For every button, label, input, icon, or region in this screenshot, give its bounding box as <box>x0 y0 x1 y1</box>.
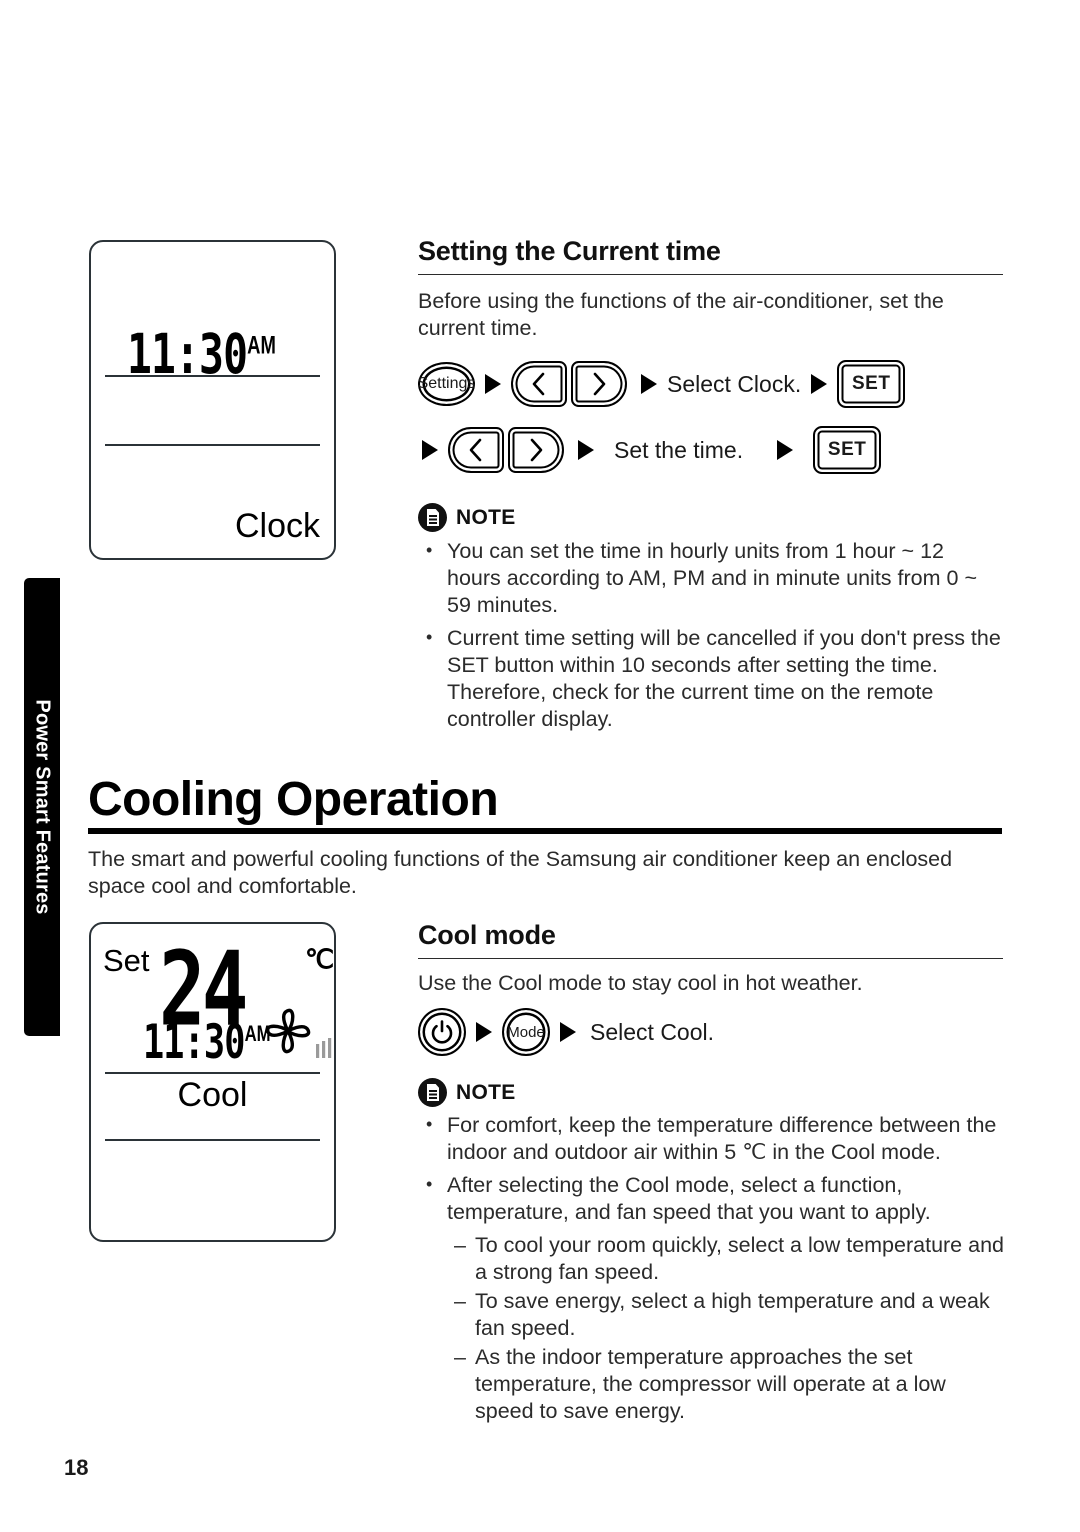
fan-speed-bars-icon <box>316 1038 332 1058</box>
sub-list-item: As the indoor temperature approaches the… <box>418 1344 1008 1425</box>
arrow-separator-icon <box>641 374 657 394</box>
lcd-temperature-unit: ℃ <box>305 944 335 974</box>
right-arrow-button-2[interactable] <box>508 427 564 473</box>
note-title: NOTE <box>456 1080 516 1104</box>
power-button[interactable] <box>418 1008 466 1056</box>
lcd-cool-mode-label: Cool <box>177 1076 248 1114</box>
arrow-separator-icon <box>578 440 594 460</box>
lcd-divider-bottom <box>105 444 320 446</box>
chevron-left-icon <box>532 372 545 396</box>
note-header-cool: NOTE <box>418 1078 516 1107</box>
cooling-intro-text: The smart and powerful cooling functions… <box>88 847 953 898</box>
step-row-set-the-time: Set the time. SET <box>422 426 882 474</box>
step-row-select-clock: Settings Select Clock. SET <box>418 360 906 408</box>
list-item: You can set the time in hourly units fro… <box>418 537 1003 619</box>
lcd-clock-time: 11:30 <box>127 322 248 388</box>
chevron-left-icon <box>469 438 482 462</box>
clock-intro-text: Before using the functions of the air-co… <box>418 289 944 340</box>
fan-blades-icon <box>265 1008 311 1054</box>
mode-button-label: Mode <box>507 1023 545 1041</box>
mode-button[interactable]: Mode <box>502 1008 550 1056</box>
page-title-cool-mode: Cool mode <box>418 920 556 950</box>
heading-rule-cooling <box>88 828 1002 834</box>
arrow-separator-icon <box>777 440 794 460</box>
set-button-2[interactable]: SET <box>813 426 882 474</box>
page-title-setting-current-time: Setting the Current time <box>418 236 721 266</box>
note-header-clock: NOTE <box>418 503 516 532</box>
heading-rule-1 <box>418 274 1003 275</box>
sub-list-item: To cool your room quickly, select a low … <box>418 1232 1008 1286</box>
note-title: NOTE <box>456 505 516 529</box>
side-tab-label: Power Smart Features <box>31 699 54 915</box>
list-item: Current time setting will be cancelled i… <box>418 624 1003 733</box>
note-document-icon <box>418 503 447 532</box>
lcd-cool-time-group: 11:30AM <box>143 1019 271 1066</box>
remote-display-clock: 11:30AM Clock <box>89 240 336 560</box>
note-list-cool: For comfort, keep the temperature differ… <box>418 1111 1008 1427</box>
lcd-divider-bottom <box>105 1139 320 1141</box>
step-label-set-the-time: Set the time. <box>614 436 744 463</box>
list-item: After selecting the Cool mode, select a … <box>418 1171 1008 1226</box>
arrow-separator-icon <box>422 440 438 460</box>
step-row-select-cool: Mode Select Cool. <box>418 1008 714 1056</box>
chevron-right-icon <box>530 438 543 462</box>
arrow-separator-icon <box>560 1022 576 1042</box>
lcd-divider-top <box>105 1072 320 1074</box>
set-button-1[interactable]: SET <box>837 360 906 408</box>
arrow-separator-icon <box>476 1022 492 1042</box>
step-label-select-cool: Select Cool. <box>590 1018 715 1045</box>
settings-button-label: Settings <box>417 375 476 392</box>
right-arrow-button-1[interactable] <box>571 361 627 407</box>
lcd-cool-time: 11:30 <box>143 1015 245 1070</box>
list-item: For comfort, keep the temperature differ… <box>418 1111 1008 1166</box>
set-button-label: SET <box>827 439 867 460</box>
lcd-set-label: Set <box>103 943 150 978</box>
note-list-clock: You can set the time in hourly units fro… <box>418 537 1003 739</box>
chevron-right-icon <box>593 372 606 396</box>
lcd-divider-top <box>105 375 320 377</box>
power-icon <box>431 1020 453 1044</box>
lcd-clock-mode-label: Clock <box>234 507 320 545</box>
left-arrow-button-1[interactable] <box>511 361 567 407</box>
settings-button[interactable]: Settings <box>418 362 475 406</box>
side-tab-power-smart-features: Power Smart Features <box>24 578 60 1036</box>
page-title-cooling-operation: Cooling Operation <box>88 773 499 826</box>
arrow-separator-icon <box>811 374 828 394</box>
heading-rule-2 <box>418 958 1003 959</box>
lcd-clock-meridiem: AM <box>247 332 276 360</box>
step-label-select-clock: Select Clock. <box>667 370 802 397</box>
note-document-icon <box>418 1078 447 1107</box>
remote-display-cool: Set 24 ℃ 11:30AM Cool <box>89 922 336 1242</box>
sub-list-item: To save energy, select a high temperatur… <box>418 1288 1008 1342</box>
set-button-label: SET <box>851 373 891 394</box>
left-arrow-button-2[interactable] <box>448 427 504 473</box>
cool-mode-intro-text: Use the Cool mode to stay cool in hot we… <box>418 971 863 995</box>
page-number: 18 <box>64 1455 89 1480</box>
arrow-separator-icon <box>485 374 501 394</box>
